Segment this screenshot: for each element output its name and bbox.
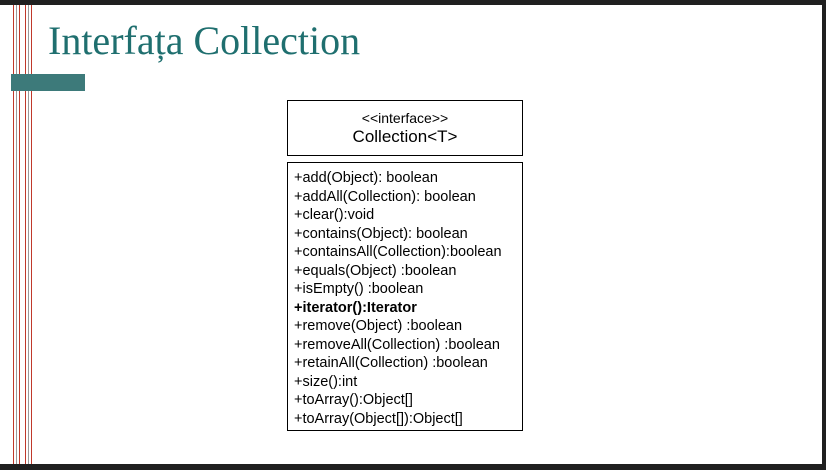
uml-method: +addAll(Collection): boolean [294, 188, 476, 205]
uml-stereotype: <<interface>> [361, 110, 449, 126]
uml-method: +add(Object): boolean [294, 170, 438, 186]
uml-class-name: Collection<T> [352, 127, 458, 146]
uml-method-highlighted: +iterator():Iterator [294, 299, 417, 316]
slide-title: Interfața Collection [48, 18, 361, 63]
uml-method: +isEmpty() :boolean [294, 281, 424, 297]
uml-method: +equals(Object) :boolean [294, 262, 457, 279]
uml-method: +containsAll(Collection):boolean [294, 244, 502, 260]
uml-method: +contains(Object): boolean [294, 225, 468, 242]
uml-method: +retainAll(Collection) :boolean [294, 355, 488, 371]
uml-method: +remove(Object) :boolean [294, 318, 463, 334]
slide: Interfața Collection <<interface>> Colle… [0, 5, 822, 464]
uml-method: +size():int [294, 373, 358, 390]
uml-method: +toArray(Object[]):Object[] [294, 410, 463, 427]
uml-method: +removeAll(Collection) :boolean [294, 336, 500, 353]
uml-method-list: +add(Object): boolean +addAll(Collection… [287, 162, 523, 431]
uml-method: +clear():void [294, 207, 375, 223]
title-accent-bar [11, 74, 85, 91]
uml-method: +toArray():Object[] [294, 392, 413, 408]
uml-class-header: <<interface>> Collection<T> [287, 100, 523, 156]
